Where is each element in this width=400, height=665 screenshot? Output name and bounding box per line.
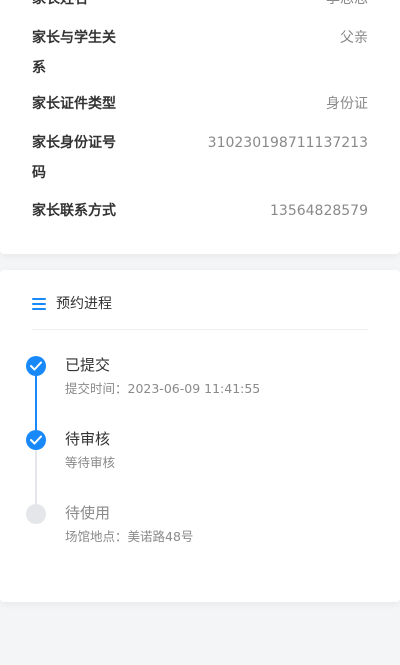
- step-desc: 等待审核: [65, 455, 116, 470]
- info-value: 李思思: [326, 0, 368, 14]
- info-label: 家长证件类型: [32, 96, 116, 112]
- step-submitted: 已提交 提交时间：2023-06-09 11:41:55: [26, 356, 368, 406]
- pending-circle-icon: [26, 504, 46, 524]
- info-label: 家长与学生关系: [32, 30, 116, 76]
- info-row-parent-name: 家长姓名 李思思: [32, 0, 368, 14]
- info-value: 身份证: [326, 96, 368, 112]
- section-title: 预约进程: [56, 296, 112, 312]
- menu-list-icon: [32, 298, 46, 310]
- step-pending-use: 待使用 场馆地点：美诺路48号: [26, 504, 368, 554]
- info-value: 父亲: [340, 30, 368, 46]
- booking-progress-card: 预约进程 已提交 提交时间：2023-06-09 11:41:55 待审核 等待…: [0, 270, 400, 602]
- info-row-id-type: 家长证件类型 身份证: [32, 89, 368, 119]
- info-value: 310230198711137213: [207, 135, 368, 151]
- info-label: 家长姓名: [32, 0, 128, 14]
- step-title: 待使用: [65, 504, 111, 522]
- info-value: 13564828579: [270, 203, 368, 219]
- check-circle-icon: [26, 356, 46, 376]
- info-row-id-number: 家长身份证号码 310230198711137213: [32, 128, 368, 188]
- step-title: 已提交: [65, 356, 111, 374]
- info-label: 家长身份证号码: [32, 135, 116, 181]
- step-desc: 提交时间：2023-06-09 11:41:55: [65, 381, 261, 396]
- section-header: 预约进程: [32, 290, 368, 330]
- check-circle-icon: [26, 430, 46, 450]
- info-label: 家长联系方式: [32, 203, 116, 219]
- step-title: 待审核: [65, 430, 111, 448]
- step-desc: 场馆地点：美诺路48号: [65, 529, 194, 544]
- step-pending-review: 待审核 等待审核: [26, 430, 368, 480]
- info-row-contact: 家长联系方式 13564828579: [32, 196, 368, 226]
- info-row-relationship: 家长与学生关系 父亲: [32, 23, 368, 83]
- parent-info-card: 家长姓名 李思思 家长与学生关系 父亲 家长证件类型 身份证 家长身份证号码 3…: [0, 0, 400, 254]
